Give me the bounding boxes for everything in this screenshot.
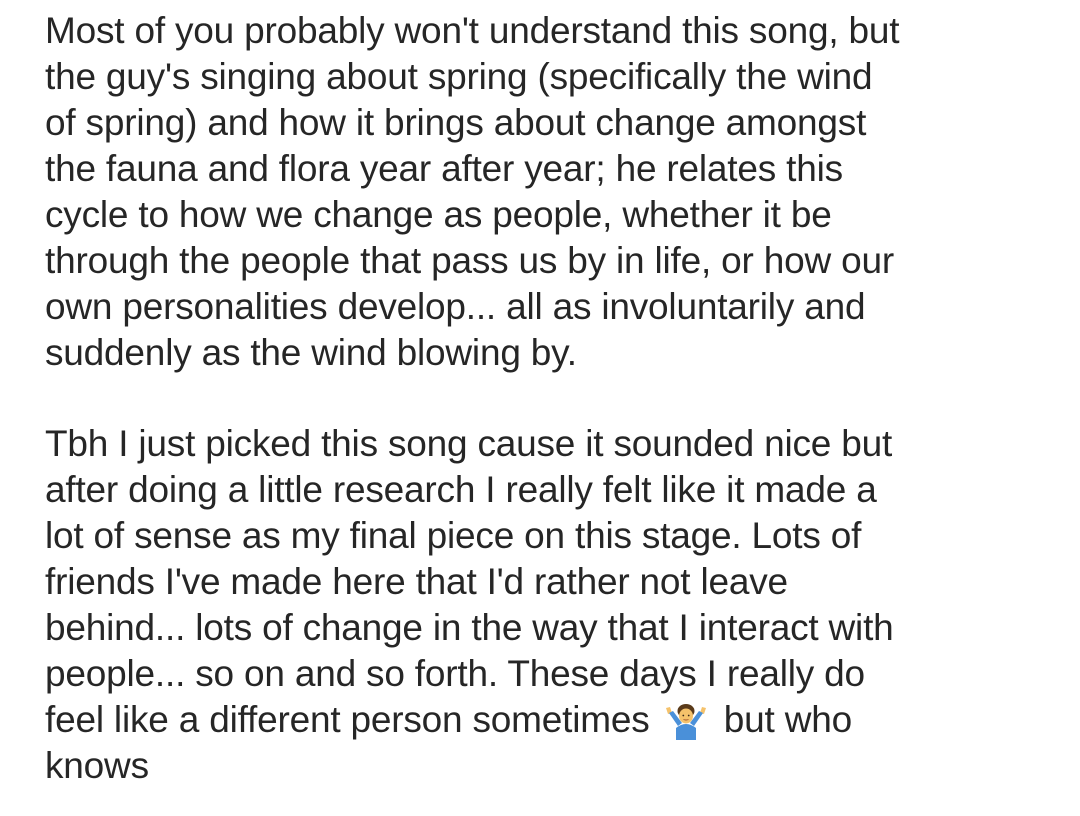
text-line: Most of you probably won't understand th… [45, 10, 900, 51]
man-shrugging-icon [664, 700, 708, 740]
text-line: people... so on and so forth. These days… [45, 653, 865, 694]
post-caption: Most of you probably won't understand th… [45, 8, 1055, 789]
paragraph-1: Most of you probably won't understand th… [45, 8, 1055, 376]
text-line: cycle to how we change as people, whethe… [45, 194, 832, 235]
text-line: Tbh I just picked this song cause it sou… [45, 423, 893, 464]
text-segment: but who [723, 699, 852, 740]
text-line: knows [45, 745, 149, 786]
paragraph-2: Tbh I just picked this song cause it sou… [45, 421, 1055, 789]
text-segment: feel like a different person sometimes [45, 699, 650, 740]
text-line: friends I've made here that I'd rather n… [45, 561, 788, 602]
text-line: own personalities develop... all as invo… [45, 286, 866, 327]
text-line: the fauna and flora year after year; he … [45, 148, 843, 189]
text-line: of spring) and how it brings about chang… [45, 102, 867, 143]
text-line: behind... lots of change in the way that… [45, 607, 894, 648]
text-line: the guy's singing about spring (specific… [45, 56, 873, 97]
text-line: after doing a little research I really f… [45, 469, 877, 510]
text-line: through the people that pass us by in li… [45, 240, 894, 281]
text-line-with-emoji: feel like a different person sometimes b… [45, 697, 1055, 743]
text-line: suddenly as the wind blowing by. [45, 332, 577, 373]
text-line: lot of sense as my final piece on this s… [45, 515, 862, 556]
